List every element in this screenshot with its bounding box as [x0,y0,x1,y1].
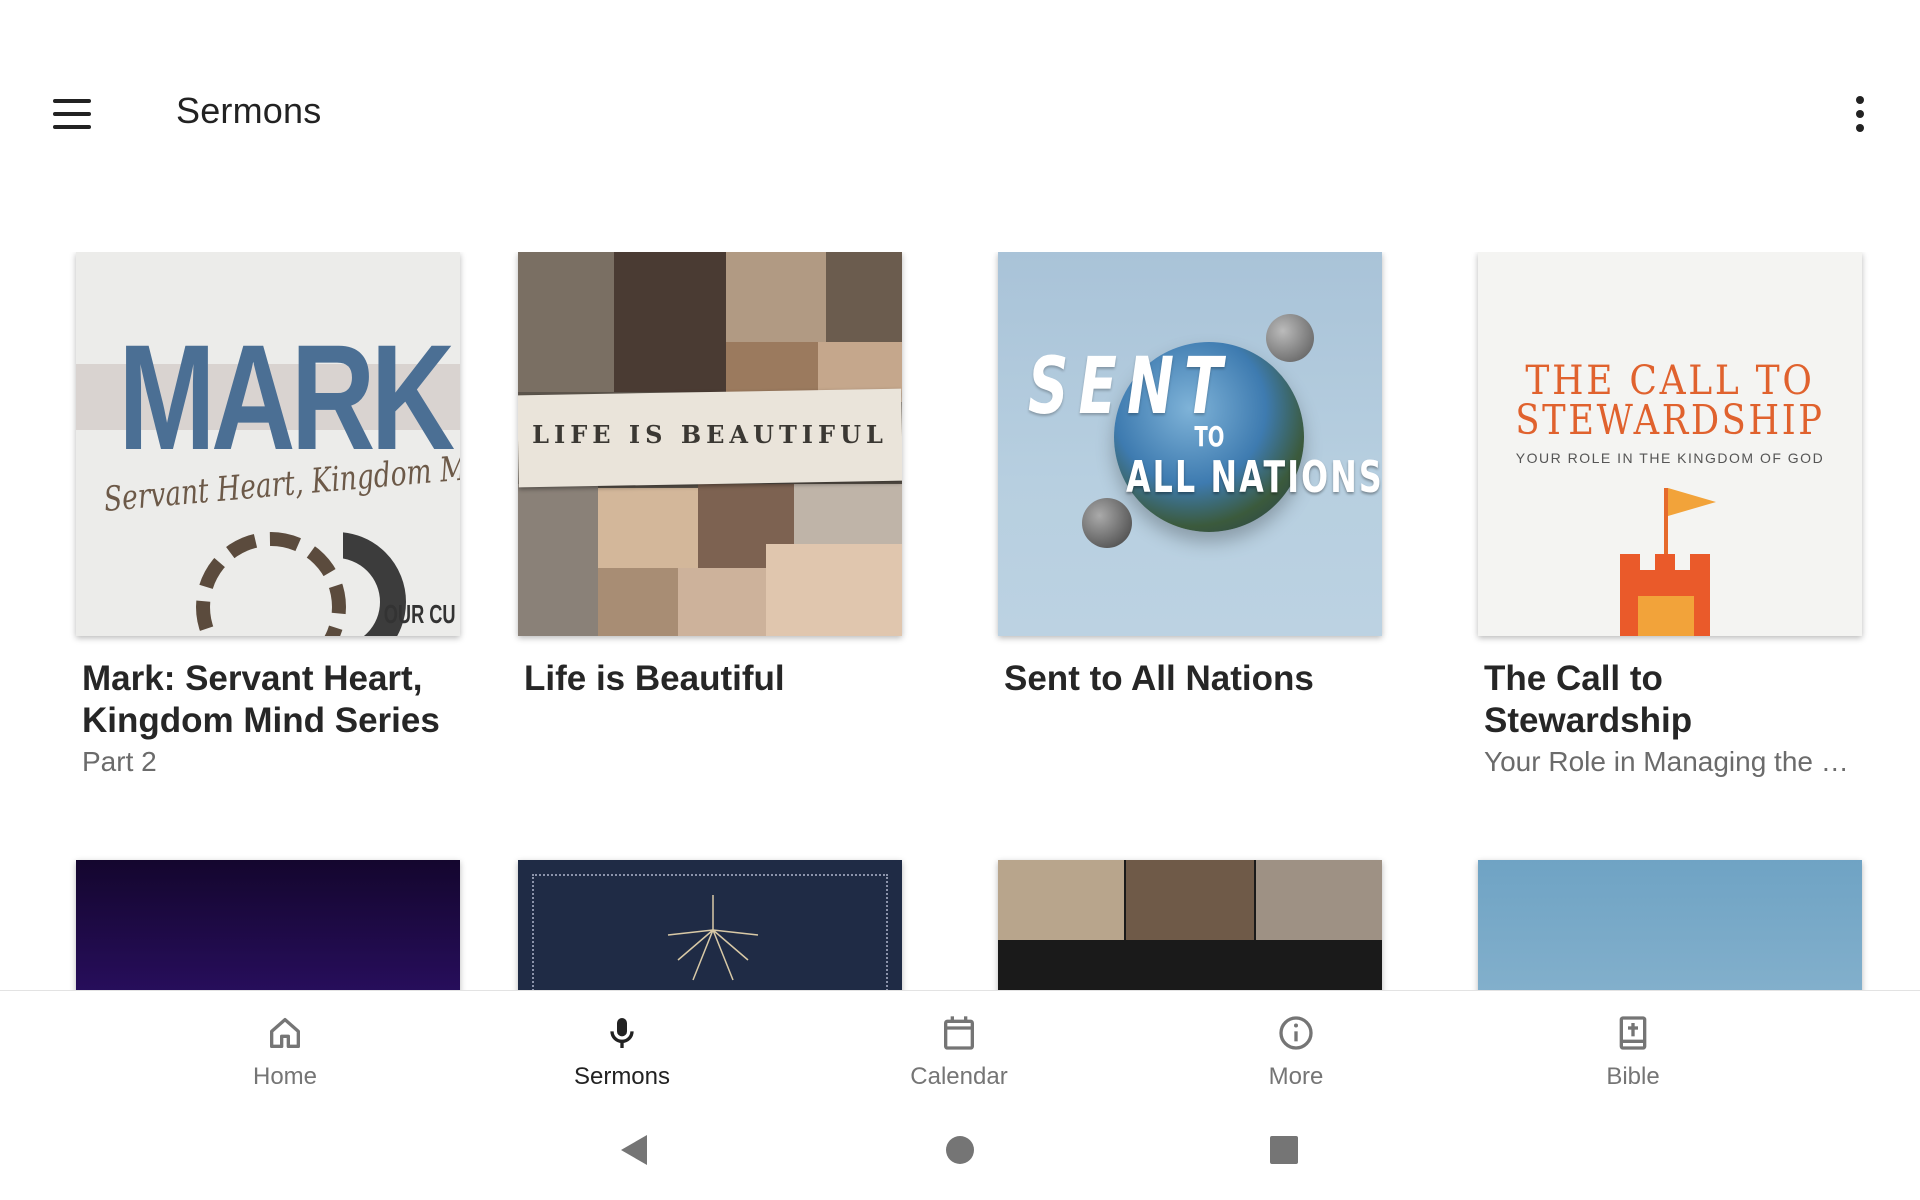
series-artwork: SENT TO ALL NATIONS [998,252,1382,636]
artwork-line-3: YOUR ROLE IN THE KINGDOM OF GOD [1515,450,1825,466]
back-triangle-icon[interactable] [614,1130,654,1170]
series-card[interactable] [1478,860,1862,992]
crown-of-thorns-graphic [196,532,346,636]
nav-label: Sermons [573,1063,671,1090]
artwork-line-2: STEWARDSHIP [1515,396,1825,444]
more-vert-icon[interactable] [1836,86,1884,142]
series-card-life-is-beautiful[interactable]: LIFE IS BEAUTIFUL Life is Beautiful [518,252,902,700]
series-card-call-to-stewardship[interactable]: THE CALL TO STEWARDSHIP YOUR ROLE IN THE… [1478,252,1862,782]
page-title: Sermons [176,90,322,131]
artwork-word-nations: ALL NATIONS [1126,452,1382,503]
series-subtitle: Part 2 [82,746,157,777]
series-card[interactable] [76,860,460,992]
series-artwork [998,860,1382,992]
bottom-navigation: Home Sermons Calendar More Bible [0,990,1920,1100]
series-artwork: MARK Servant Heart, Kingdom Mind OUR CU [76,252,460,636]
recents-square-icon[interactable] [1264,1130,1304,1170]
artwork-word-sent: SENT [1028,342,1233,432]
nav-label: Bible [1606,1063,1660,1090]
artwork-corner-text: OUR CU [384,599,456,629]
app-bar: Sermons [0,0,1920,200]
info-icon [1274,1011,1318,1055]
nav-sermons[interactable]: Sermons [522,991,722,1101]
series-artwork: THE CALL TO STEWARDSHIP YOUR ROLE IN THE… [1478,252,1862,636]
series-artwork [518,860,902,992]
series-card[interactable] [998,860,1382,992]
series-title: Sent to All Nations [1004,659,1314,698]
home-icon [263,1011,307,1055]
system-navigation-bar [0,1100,1920,1200]
series-title: Life is Beautiful [524,659,785,698]
series-card-mark[interactable]: MARK Servant Heart, Kingdom Mind OUR CU … [76,252,460,782]
series-artwork [76,860,460,992]
series-title: The Call to Stewardship [1484,659,1693,740]
series-artwork: LIFE IS BEAUTIFUL [518,252,902,636]
artwork-word-to: TO [1194,420,1225,453]
series-card-sent-to-all-nations[interactable]: SENT TO ALL NATIONS Sent to All Nations [998,252,1382,700]
nav-more[interactable]: More [1196,991,1396,1101]
nav-label: Home [252,1063,318,1090]
nav-bible[interactable]: Bible [1533,991,1733,1101]
flag-graphic [1668,488,1716,516]
sermons-screen: Sermons MARK Servant Heart, Kingdom Mind… [0,0,1920,1200]
series-artwork [1478,860,1862,992]
nav-label: Calendar [910,1063,1008,1090]
series-subtitle: Your Role in Managing the K... [1484,746,1862,777]
hamburger-menu-icon[interactable] [40,82,104,146]
microphone-icon [600,1011,644,1055]
series-grid: MARK Servant Heart, Kingdom Mind OUR CU … [0,252,1920,992]
nav-calendar[interactable]: Calendar [859,991,1059,1101]
moon-graphic [1266,314,1314,362]
series-title: Mark: Servant Heart, Kingdom Mind Series [82,659,440,740]
calendar-icon [937,1011,981,1055]
home-circle-icon[interactable] [940,1130,980,1170]
nav-home[interactable]: Home [185,991,385,1101]
nav-label: More [1268,1063,1324,1090]
artwork-headline: MARK [118,313,455,481]
bible-icon [1611,1011,1655,1055]
series-card[interactable] [518,860,902,992]
moon-graphic [1082,498,1132,548]
artwork-headline: LIFE IS BEAUTIFUL [532,420,888,449]
